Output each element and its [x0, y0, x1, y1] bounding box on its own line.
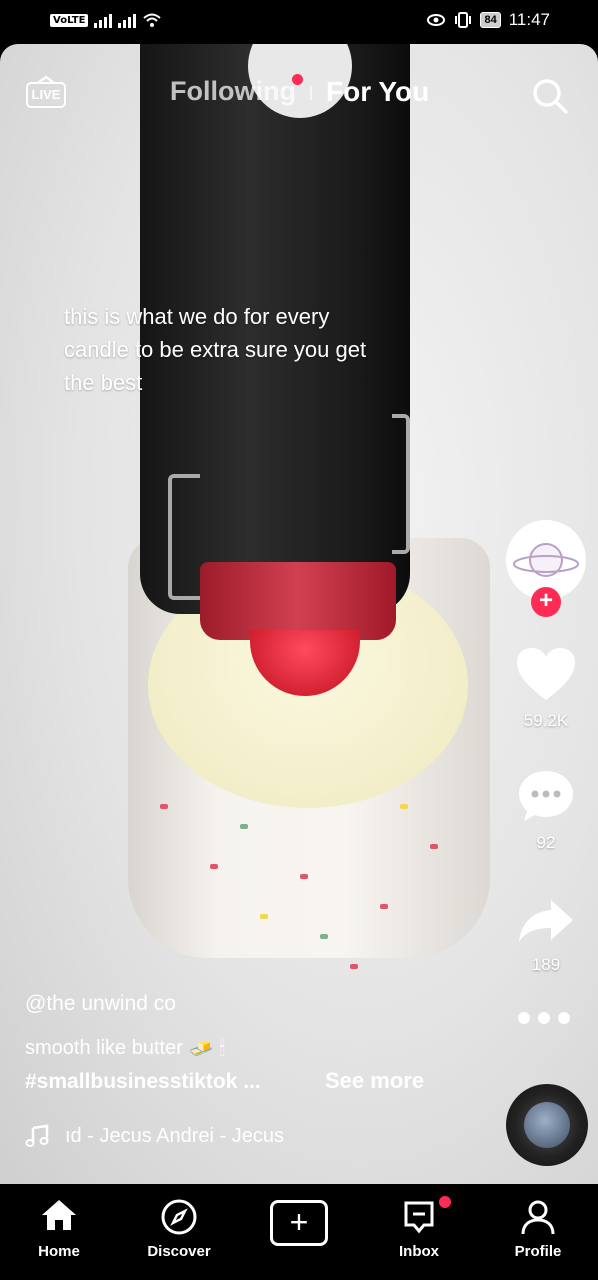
signal-icon	[94, 12, 113, 28]
person-icon	[521, 1200, 555, 1235]
nav-profile[interactable]: Profile	[493, 1198, 583, 1260]
signal-icon-2	[118, 12, 137, 28]
see-more-button[interactable]: See more	[325, 1068, 424, 1094]
description-text: smooth like butter	[25, 1037, 183, 1059]
search-icon[interactable]	[530, 76, 570, 116]
hashtag-link[interactable]: #smallbusinesstiktok ...	[25, 1070, 261, 1094]
share-arrow-icon	[519, 900, 573, 942]
tab-divider	[310, 86, 312, 100]
comment-icon	[519, 771, 573, 821]
vibrate-icon	[455, 12, 472, 28]
status-left: VoLTE	[50, 12, 162, 28]
plus-icon: +	[289, 1204, 309, 1240]
heart-icon	[517, 648, 575, 700]
like-button[interactable]: 59.2K	[506, 646, 586, 731]
inbox-icon	[404, 1201, 434, 1234]
more-options-button[interactable]	[518, 1012, 570, 1024]
home-icon	[42, 1200, 76, 1230]
share-count: 189	[531, 955, 561, 974]
nav-inbox-label: Inbox	[399, 1243, 439, 1260]
creator-username[interactable]: @the unwind co	[25, 992, 176, 1016]
inbox-notification-dot	[439, 1196, 451, 1208]
volte-badge: VoLTE	[50, 13, 89, 27]
nav-home-label: Home	[38, 1243, 80, 1260]
video-description: smooth like butter 🧈 🕯	[25, 1036, 225, 1061]
follow-button[interactable]: +	[531, 587, 561, 617]
notification-dot	[292, 74, 303, 85]
top-tabs: Following For You	[0, 72, 598, 112]
music-disc-cover	[524, 1102, 570, 1148]
like-count: 59.2K	[523, 711, 569, 730]
compass-icon	[161, 1199, 197, 1235]
wifi-icon	[143, 13, 162, 27]
comment-button[interactable]: 92	[506, 768, 586, 853]
description-emoji: 🧈 🕯	[188, 1038, 225, 1060]
tab-for-you[interactable]: For You	[326, 76, 429, 108]
nav-discover-label: Discover	[147, 1243, 211, 1260]
music-info[interactable]: ıd - Jecus Andrei - Jecus	[25, 1124, 284, 1148]
nav-inbox[interactable]: Inbox	[374, 1198, 464, 1260]
nav-profile-label: Profile	[514, 1243, 562, 1260]
battery-icon: 84	[480, 12, 501, 28]
bottom-nav: Home Discover + Inbox Profile	[0, 1184, 598, 1280]
music-note-icon	[25, 1124, 49, 1147]
comment-count: 92	[536, 833, 556, 852]
tab-following[interactable]: Following	[170, 76, 296, 107]
clock: 11:47	[508, 10, 550, 29]
eye-icon	[427, 14, 446, 26]
share-button[interactable]: 189	[506, 896, 586, 975]
music-title: ıd - Jecus Andrei - Jecus	[65, 1124, 284, 1147]
music-disc[interactable]	[506, 1084, 588, 1166]
video-overlay-caption: this is what we do for every candle to b…	[64, 304, 367, 395]
status-right: 84 11:47	[426, 10, 550, 30]
status-bar: VoLTE 84 11:47	[0, 0, 598, 44]
nav-discover[interactable]: Discover	[134, 1198, 224, 1260]
nav-home[interactable]: Home	[14, 1198, 104, 1260]
create-button[interactable]: +	[270, 1200, 328, 1246]
